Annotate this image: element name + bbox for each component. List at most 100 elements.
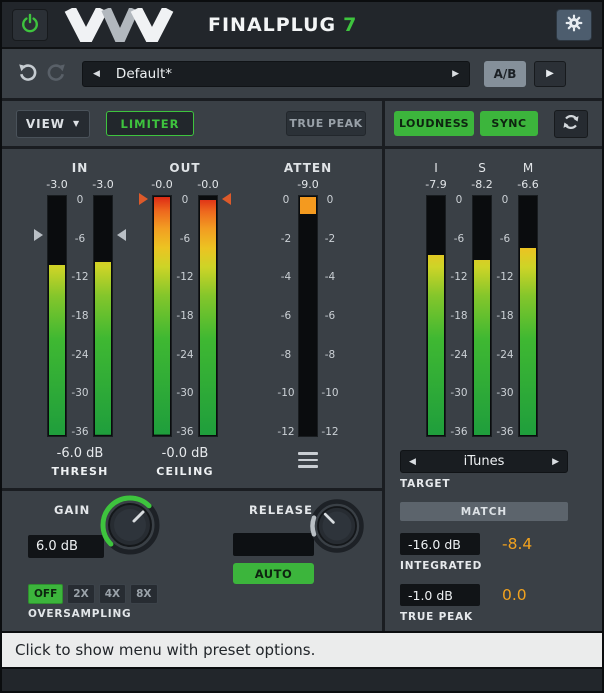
toolbar-right: LOUDNESS SYNC xyxy=(385,101,602,146)
integrated-letter: I xyxy=(426,161,446,177)
out-value-left: -0.0 xyxy=(152,178,172,193)
gear-icon xyxy=(564,13,584,37)
scale-tick: -12 xyxy=(71,272,88,282)
settings-button[interactable] xyxy=(556,9,592,41)
gain-knob[interactable] xyxy=(98,493,162,561)
ceiling-marker-left-icon[interactable] xyxy=(139,193,148,205)
oversampling-off-button[interactable]: OFF xyxy=(28,584,63,604)
view-menu-button[interactable]: VIEW ▼ xyxy=(16,110,90,138)
scale-tick: -12 xyxy=(176,272,193,282)
undo-icon xyxy=(16,60,40,88)
threshold-readout[interactable]: -6.0 dB xyxy=(57,446,104,462)
release-knob[interactable] xyxy=(308,497,366,559)
integrated-readout: -8.4 xyxy=(502,535,532,553)
limiter-toggle[interactable]: LIMITER xyxy=(106,111,194,136)
lsm-values: -7.9 -8.2 -6.6 xyxy=(426,178,538,193)
scale-tick: 0 xyxy=(456,195,463,205)
reset-meters-button[interactable] xyxy=(554,110,588,138)
release-auto-toggle[interactable]: AUTO xyxy=(233,563,314,584)
scale-tick: -10 xyxy=(277,388,294,398)
preset-prev-icon[interactable]: ◀ xyxy=(93,69,100,79)
scale-tick: -6 xyxy=(500,234,510,244)
out-values: -0.0 -0.0 xyxy=(152,178,218,193)
redo-button[interactable] xyxy=(42,60,70,88)
true-peak-toggle[interactable]: TRUE PEAK xyxy=(286,111,366,136)
short-term-meter-fill xyxy=(474,260,490,435)
status-bar[interactable]: Click to show menu with preset options. xyxy=(2,631,602,667)
true-peak-label: TRUE PEAK xyxy=(400,611,568,623)
header-bar: FINALPLUG 7 xyxy=(2,2,602,49)
threshold-marker-right-icon[interactable] xyxy=(117,229,126,241)
loudness-toggle[interactable]: LOUDNESS xyxy=(394,111,474,136)
target-value: iTunes xyxy=(416,454,552,469)
atten-meter xyxy=(298,195,318,437)
scale-tick: -2 xyxy=(325,234,335,244)
scale-tick: 0 xyxy=(327,195,334,205)
ceiling-label: CEILING xyxy=(156,465,213,478)
out-meter-left-fill xyxy=(154,197,170,435)
oversampling-4x-button[interactable]: 4X xyxy=(99,584,126,604)
lsm-letters: I S M xyxy=(426,161,538,177)
in-value-right: -3.0 xyxy=(93,178,113,193)
in-bars: 0-6-12-18-24-30-36 xyxy=(47,195,113,437)
out-label: OUT xyxy=(169,161,200,177)
match-button[interactable]: MATCH xyxy=(400,502,568,521)
short-term-meter xyxy=(472,195,492,437)
scale-tick: -6 xyxy=(75,234,85,244)
chevron-down-icon: ▼ xyxy=(73,119,80,128)
target-selector[interactable]: ◀ iTunes ▶ xyxy=(400,450,568,473)
integrated-target-field[interactable]: -16.0 dB xyxy=(400,533,480,555)
preset-menu-button[interactable]: ▶ xyxy=(534,61,566,87)
ab-compare-button[interactable]: A/B xyxy=(484,61,526,87)
limiter-panel: IN -3.0 -3.0 0-6-12-18-24-30-36 xyxy=(2,149,385,631)
integrated-meter xyxy=(426,195,446,437)
page-title: FINALPLUG 7 xyxy=(208,14,357,36)
atten-value: -9.0 xyxy=(298,178,318,193)
scale-tick: -8 xyxy=(281,350,291,360)
out-meter-left xyxy=(152,195,172,437)
sync-toggle[interactable]: SYNC xyxy=(480,111,538,136)
loudness-panel: I S M -7.9 -8.2 -6.6 0-6- xyxy=(385,149,602,631)
in-meter-left xyxy=(47,195,67,437)
atten-scale-right: 0-2-4-6-8-10-12 xyxy=(318,195,342,437)
atten-values: -9.0 xyxy=(274,178,342,193)
integrated-row: -16.0 dB -8.4 xyxy=(400,533,568,555)
gain-value-field[interactable]: 6.0 dB xyxy=(28,535,104,558)
in-values: -3.0 -3.0 xyxy=(47,178,113,193)
true-peak-target-field[interactable]: -1.0 dB xyxy=(400,584,480,606)
undo-button[interactable] xyxy=(14,60,42,88)
release-value-field[interactable] xyxy=(233,533,314,556)
power-button[interactable] xyxy=(12,9,48,41)
integrated-meter-fill xyxy=(428,255,444,435)
hamburger-icon xyxy=(298,459,318,462)
atten-menu-button[interactable] xyxy=(289,448,327,472)
target-next-icon[interactable]: ▶ xyxy=(552,457,559,467)
scale-tick: -24 xyxy=(176,350,193,360)
preset-next-icon[interactable]: ▶ xyxy=(452,69,459,79)
true-peak-readout: 0.0 xyxy=(502,586,527,604)
threshold-marker-left-icon[interactable] xyxy=(34,229,43,241)
out-value-right: -0.0 xyxy=(198,178,218,193)
in-meter-group: IN -3.0 -3.0 0-6-12-18-24-30-36 xyxy=(47,161,113,478)
oversampling-8x-button[interactable]: 8X xyxy=(130,584,157,604)
ceiling-marker-right-icon[interactable] xyxy=(222,193,231,205)
target-prev-icon[interactable]: ◀ xyxy=(409,457,416,467)
oversampling-2x-button[interactable]: 2X xyxy=(67,584,94,604)
release-label: RELEASE xyxy=(249,503,313,517)
in-scale: 0-6-12-18-24-30-36 xyxy=(67,195,93,437)
momentary-meter-fill xyxy=(520,248,536,435)
scale-tick: -24 xyxy=(496,350,513,360)
preset-selector[interactable]: ◀ Default* ▶ xyxy=(82,61,470,87)
scale-tick: 0 xyxy=(77,195,84,205)
scale-tick: -2 xyxy=(281,234,291,244)
hamburger-icon xyxy=(298,465,318,468)
short-term-value: -8.2 xyxy=(472,178,492,193)
scale-tick: -36 xyxy=(450,427,467,437)
ceiling-readout[interactable]: -0.0 dB xyxy=(162,446,209,462)
footer-strip xyxy=(2,667,602,691)
oversampling-buttons: OFF 2X 4X 8X xyxy=(28,584,158,604)
title-text: FINALPLUG xyxy=(208,14,336,36)
lsm-scale-2: 0-6-12-18-24-30-36 xyxy=(492,195,518,437)
atten-bars: 0-2-4-6-8-10-12 0-2-4-6-8-10-12 xyxy=(274,195,342,437)
meters-area: IN -3.0 -3.0 0-6-12-18-24-30-36 xyxy=(2,149,382,491)
